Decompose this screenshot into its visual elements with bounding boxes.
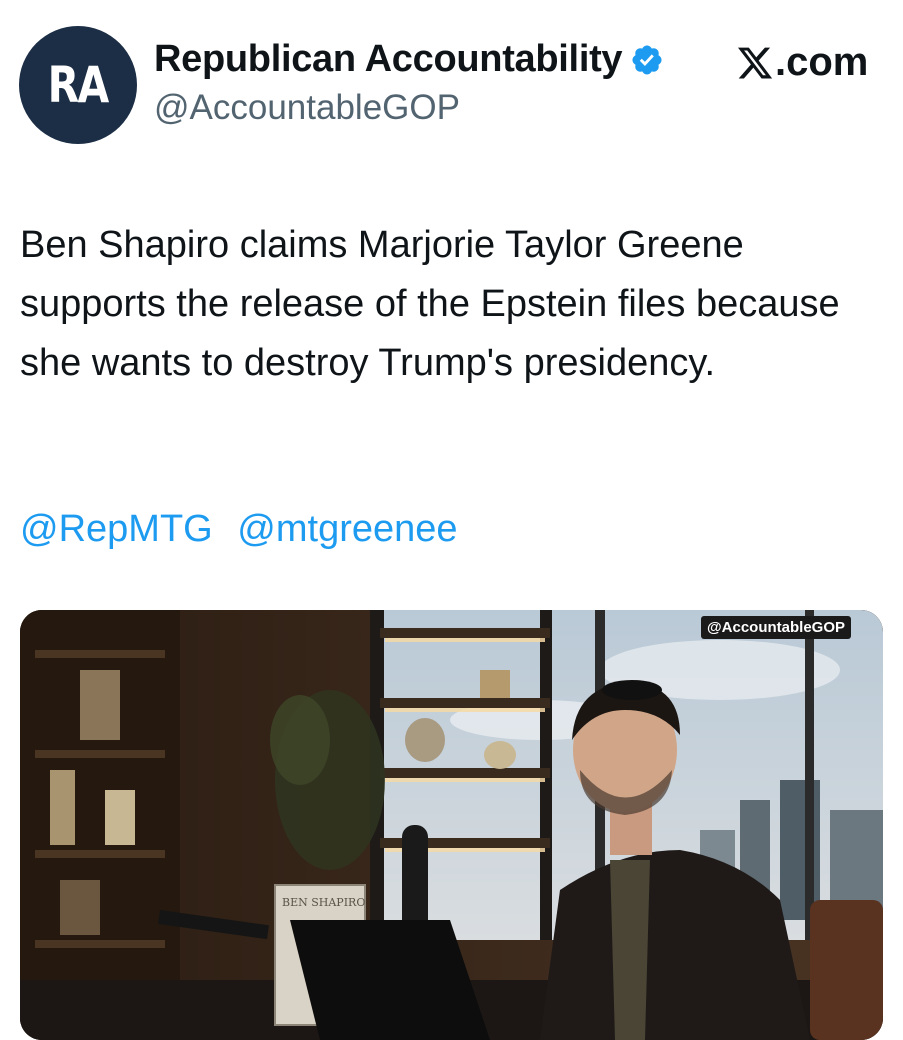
verified-badge-icon (632, 44, 662, 75)
author-handle[interactable]: @AccountableGOP (154, 88, 460, 128)
site-label: .com (736, 40, 868, 85)
tweet-text: Ben Shapiro claims Marjorie Taylor Green… (20, 224, 840, 384)
video-thumbnail: BEN SHAPIRO (20, 610, 883, 1040)
author-name-row: Republican Accountability (154, 38, 664, 81)
author-display-name[interactable]: Republican Accountability (154, 38, 623, 81)
mention-link[interactable]: @RepMTG (20, 508, 213, 550)
tweet-media-image[interactable]: BEN SHAPIRO (20, 610, 883, 1040)
avatar-initials: RA (47, 56, 110, 114)
x-logo-icon (737, 47, 773, 78)
tweet-mentions: @RepMTG @mtgreenee (20, 508, 472, 551)
book-spine-text: BEN SHAPIRO (282, 896, 365, 909)
mention-link[interactable]: @mtgreenee (237, 508, 457, 550)
site-label-text: .com (775, 40, 869, 84)
avatar[interactable]: RA (19, 26, 137, 144)
media-watermark: @AccountableGOP (701, 616, 851, 639)
